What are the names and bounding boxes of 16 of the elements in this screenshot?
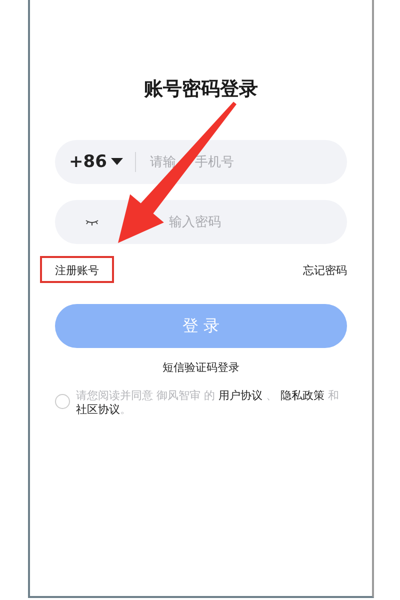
sms-login-link[interactable]: 短信验证码登录 (162, 360, 240, 375)
closed-eye-icon[interactable] (85, 218, 99, 226)
password-placeholder: 输入密码 (169, 214, 221, 231)
register-link[interactable]: 注册账号 (55, 263, 99, 278)
caret-icon (110, 158, 123, 166)
phone-placeholder: 请输 (150, 154, 176, 171)
forgot-password-link[interactable]: 忘记密码 (303, 263, 347, 278)
page-title: 账号密码登录 (143, 77, 259, 102)
agreement-link[interactable]: 隐私政策 (280, 389, 324, 402)
agreement-text: 请您阅读并同意 御风智审 的 用户协议 、 隐私政策 和 社区协议。 (76, 389, 340, 417)
agreement-checkbox[interactable] (55, 394, 70, 409)
agreement-link[interactable]: 用户协议 (218, 389, 262, 402)
country-code-selector[interactable]: +86 (69, 152, 123, 172)
phone-placeholder: 手机号 (194, 154, 234, 171)
agreement-link[interactable]: 社区协议 (76, 403, 120, 416)
phone-field[interactable]: +86 请输 手机号 (55, 140, 347, 184)
